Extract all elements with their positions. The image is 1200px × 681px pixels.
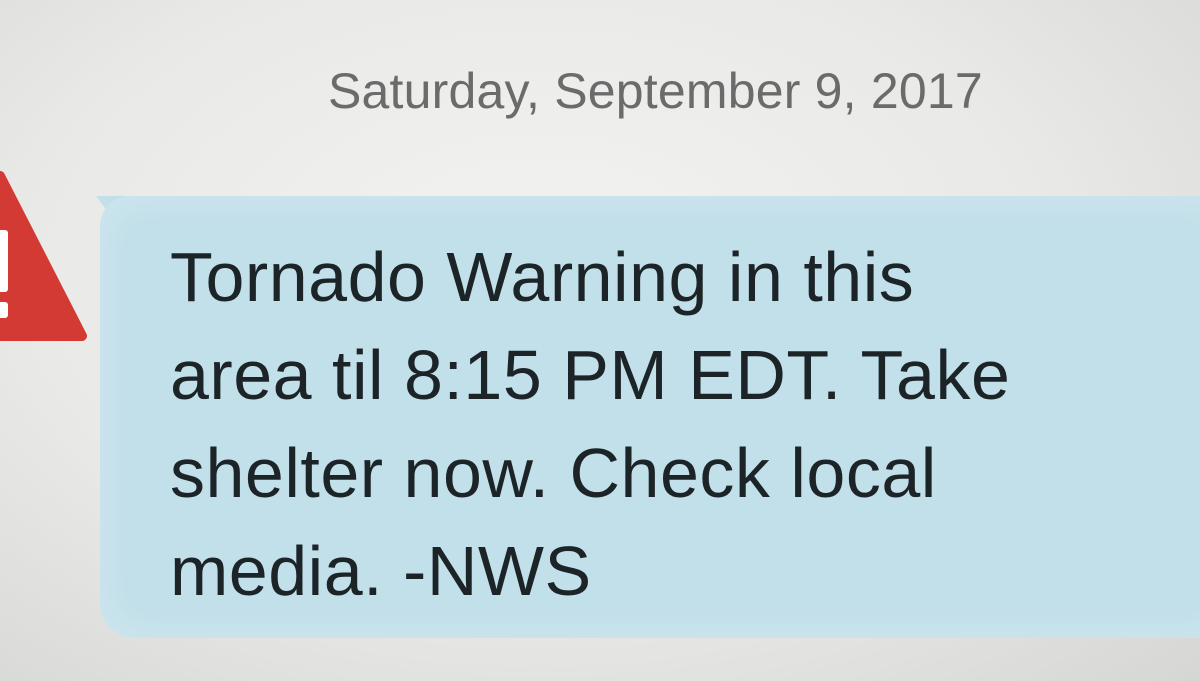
message-line: area til 8:15 PM EDT. Take <box>170 336 1011 414</box>
alert-message-text: Tornado Warning in this area til 8:15 PM… <box>170 228 1170 620</box>
message-line: shelter now. Check local <box>170 434 937 512</box>
message-line: media. -NWS <box>170 532 592 610</box>
warning-triangle-icon <box>0 171 87 341</box>
message-line: Tornado Warning in this <box>170 238 915 316</box>
message-thread: Saturday, September 9, 2017 Tornado Warn… <box>0 0 1200 681</box>
date-header: Saturday, September 9, 2017 <box>328 63 983 119</box>
